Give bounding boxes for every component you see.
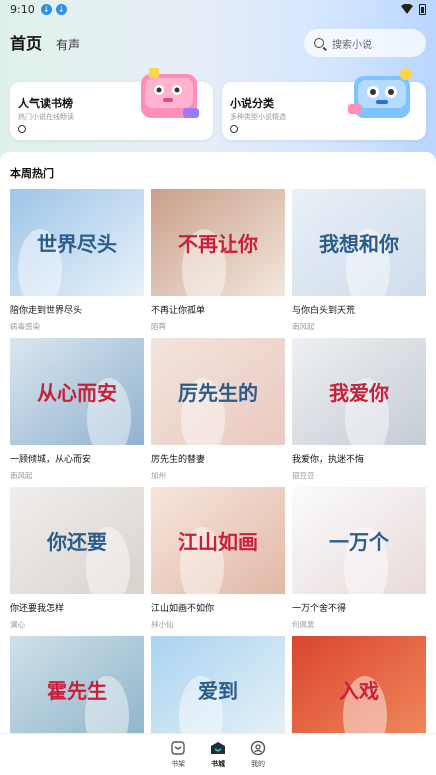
- book-card[interactable]: 入戏: [292, 636, 426, 743]
- promo-title: 小说分类: [230, 97, 274, 110]
- download-icon: ↓: [40, 3, 52, 15]
- book-title: 与你白头到天荒: [292, 306, 356, 316]
- book-cover: 一万个: [292, 487, 426, 594]
- book-card[interactable]: 我爱你我爱你，执迷不悔 银豆豆: [292, 338, 426, 481]
- book-cover: 霍先生: [10, 636, 144, 743]
- book-title: 你还要我怎样: [10, 604, 65, 614]
- tab-home[interactable]: 首页: [10, 30, 42, 54]
- book-author: 南风起: [292, 322, 315, 331]
- book-card[interactable]: 江山如画江山如画不如你 林小仙: [151, 487, 285, 630]
- arrow-circle-icon: [18, 125, 26, 133]
- book-author: 加州: [151, 471, 166, 480]
- bookshelf-icon: [171, 741, 185, 755]
- book-author: 何佩禀: [292, 620, 315, 629]
- arrow-circle-icon: [230, 125, 238, 133]
- cover-title-text: 从心而安: [37, 381, 117, 405]
- book-title: 一万个舍不得: [292, 604, 347, 614]
- wifi-icon: [401, 4, 413, 14]
- book-author: 银豆豆: [292, 471, 315, 480]
- book-title: 我爱你，执迷不悔: [292, 455, 365, 465]
- cover-title-text: 厉先生的: [178, 381, 258, 405]
- book-cover: 厉先生的: [151, 338, 285, 445]
- book-author: 南风起: [10, 471, 33, 480]
- bookstore-icon: [211, 742, 225, 754]
- book-card[interactable]: 世界尽头陪你走到世界尽头 病毒感染: [10, 189, 144, 332]
- bottom-navigation: 书架 书城 我的: [0, 733, 436, 775]
- book-author: 林小仙: [151, 620, 174, 629]
- promo-subtitle: 热门小说在线畅读: [18, 113, 74, 121]
- book-cover: 我爱你: [292, 338, 426, 445]
- mascot-illustration: [348, 68, 412, 118]
- promo-subtitle: 多种类型小说精选: [230, 113, 286, 121]
- book-title: 一顾倾城，从心而安: [10, 455, 92, 465]
- promo-title: 人气读书榜: [18, 97, 73, 110]
- search-placeholder: 搜索小说: [332, 39, 372, 51]
- search-icon: [314, 38, 324, 48]
- cover-title-text: 江山如画: [178, 530, 258, 554]
- book-author: 病毒感染: [10, 322, 40, 331]
- book-card[interactable]: 不再让你不再让你孤单 陌苒: [151, 189, 285, 332]
- book-card[interactable]: 一万个一万个舍不得 何佩禀: [292, 487, 426, 630]
- book-cover: 不再让你: [151, 189, 285, 296]
- search-box[interactable]: 搜索小说: [304, 29, 426, 57]
- status-time: 9:10: [10, 2, 35, 16]
- book-card[interactable]: 爱到: [151, 636, 285, 743]
- book-cover: 从心而安: [10, 338, 144, 445]
- book-cover: 世界尽头: [10, 189, 144, 296]
- promo-category-card[interactable]: 小说分类 多种类型小说精选: [222, 68, 426, 140]
- book-cover: 爱到: [151, 636, 285, 743]
- cover-title-text: 我爱你: [329, 381, 389, 405]
- cover-title-text: 不再让你: [178, 232, 258, 256]
- nav-item-bookshelf[interactable]: 书架: [158, 740, 198, 769]
- nav-label: 书架: [171, 760, 185, 768]
- book-author: 澜心: [10, 620, 25, 629]
- profile-icon: [250, 740, 266, 756]
- nav-item-profile[interactable]: 我的: [238, 740, 278, 769]
- cover-title-text: 入戏: [339, 679, 379, 703]
- book-author: 陌苒: [151, 322, 166, 331]
- section-title: 本周热门: [10, 167, 54, 180]
- book-card[interactable]: 你还要你还要我怎样 澜心: [10, 487, 144, 630]
- top-tabs: 首页 有声: [10, 30, 80, 54]
- book-card[interactable]: 从心而安一顾倾城，从心而安 南风起: [10, 338, 144, 481]
- book-title: 陪你走到世界尽头: [10, 306, 83, 316]
- nav-label: 我的: [251, 760, 265, 768]
- nav-label: 书城: [211, 760, 225, 768]
- book-cover: 我想和你: [292, 189, 426, 296]
- status-bar: 9:10 ↓ ↓: [0, 0, 436, 18]
- download-icon: ↓: [55, 3, 67, 15]
- book-cover: 你还要: [10, 487, 144, 594]
- book-cover: 江山如画: [151, 487, 285, 594]
- mascot-illustration: [141, 68, 199, 118]
- cover-title-text: 你还要: [46, 530, 107, 554]
- book-title: 不再让你孤单: [151, 306, 206, 316]
- book-card[interactable]: 我想和你与你白头到天荒 南风起: [292, 189, 426, 332]
- book-card[interactable]: 厉先生的厉先生的替妻 加州: [151, 338, 285, 481]
- cover-title-text: 霍先生: [47, 679, 107, 703]
- book-title: 厉先生的替妻: [151, 455, 206, 465]
- book-card[interactable]: 霍先生: [10, 636, 144, 743]
- tab-audio[interactable]: 有声: [56, 36, 80, 53]
- battery-icon: [419, 3, 426, 15]
- cover-title-text: 世界尽头: [37, 232, 117, 256]
- cover-title-text: 爱到: [198, 679, 238, 703]
- cover-title-text: 我想和你: [319, 232, 399, 256]
- promo-ranking-card[interactable]: 人气读书榜 热门小说在线畅读: [10, 68, 213, 140]
- cover-title-text: 一万个: [329, 530, 390, 554]
- book-cover: 入戏: [292, 636, 426, 743]
- nav-item-bookstore[interactable]: 书城: [198, 740, 238, 769]
- book-title: 江山如画不如你: [151, 604, 215, 614]
